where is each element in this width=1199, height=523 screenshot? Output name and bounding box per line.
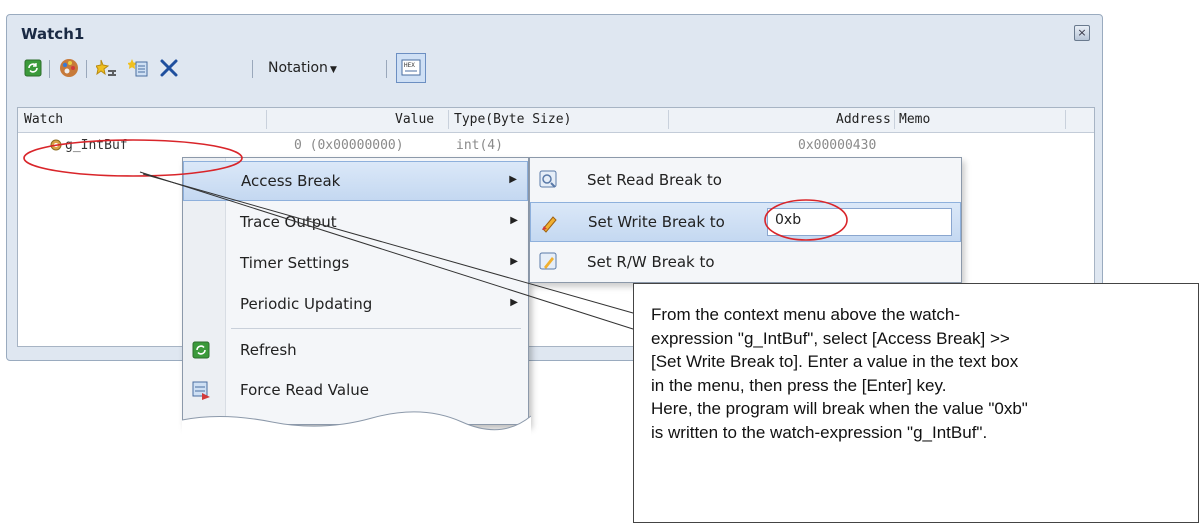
column-header-watch[interactable]: Watch [24, 112, 63, 127]
menu-item-periodic-updating[interactable]: Periodic Updating ▶ [183, 285, 528, 325]
callout-line: expression "g_IntBuf", select [Access Br… [651, 328, 1010, 348]
hex-display-icon: HEX [401, 59, 421, 76]
explanation-callout: From the context menu above the watch- e… [633, 283, 1199, 523]
menu-item-access-break[interactable]: Access Break ▶ [183, 161, 528, 201]
submenu-arrow-icon: ▶ [510, 215, 518, 226]
callout-line: is written to the watch-expression "g_In… [651, 422, 988, 442]
access-break-submenu: Set Read Break to Set Write Break to 0xb… [529, 157, 962, 283]
submenu-arrow-icon: ▶ [510, 256, 518, 267]
callout-line: From the context menu above the watch- [651, 305, 960, 324]
new-category-icon[interactable] [126, 55, 152, 81]
notation-dropdown[interactable]: Notation ▼ [268, 60, 337, 76]
submenu-arrow-icon: ▶ [510, 297, 518, 308]
menu-item-force-read-value[interactable]: Force Read Value [183, 371, 528, 411]
menu-item-trace-output[interactable]: Trace Output ▶ [183, 203, 528, 243]
delete-icon[interactable] [156, 55, 182, 81]
refresh-icon[interactable] [20, 55, 46, 81]
callout-line: in the menu, then press the [Enter] key. [651, 375, 947, 395]
notation-label: Notation [268, 60, 328, 76]
close-button[interactable]: × [1074, 25, 1090, 41]
menu-item-refresh[interactable]: Refresh [183, 331, 528, 371]
column-header-memo[interactable]: Memo [899, 112, 930, 127]
submenu-item-set-read-break[interactable]: Set Read Break to [530, 161, 961, 201]
submenu-arrow-icon: ▶ [509, 174, 517, 185]
column-header-address[interactable]: Address [836, 112, 891, 127]
watch-type: int(4) [456, 138, 503, 153]
color-palette-icon[interactable] [56, 55, 82, 81]
chevron-down-icon: ▼ [329, 65, 337, 75]
watch-expression-name: g_IntBuf [65, 138, 128, 153]
column-header-value[interactable]: Value [395, 112, 434, 127]
rw-break-icon [538, 251, 560, 277]
read-break-icon [538, 169, 560, 195]
submenu-item-set-rw-break[interactable]: Set R/W Break to [530, 243, 961, 283]
context-menu: Access Break ▶ Trace Output ▶ Timer Settin… [182, 157, 531, 438]
refresh-icon [192, 341, 210, 363]
column-header-type[interactable]: Type(Byte Size) [454, 112, 571, 127]
write-break-icon [539, 211, 561, 237]
callout-line: Here, the program will break when the va… [651, 399, 1028, 418]
menu-item-timer-settings[interactable]: Timer Settings ▶ [183, 244, 528, 284]
svg-text:HEX: HEX [404, 62, 415, 69]
submenu-item-set-write-break[interactable]: Set Write Break to 0xb [530, 202, 961, 242]
variable-icon [50, 139, 62, 155]
table-row[interactable]: g_IntBuf 0 (0x00000000) int(4) 0x0000043… [18, 136, 1094, 156]
watch-value: 0 (0x00000000) [294, 138, 404, 153]
add-watch-icon[interactable] [94, 55, 120, 81]
watch-address: 0x00000430 [798, 138, 877, 153]
toolbar: Notation ▼ HEX [16, 53, 1086, 85]
write-break-value-input[interactable]: 0xb [767, 208, 952, 236]
force-read-icon [192, 381, 212, 405]
callout-line: [Set Write Break to]. Enter a value in t… [651, 352, 1019, 371]
torn-edge [182, 411, 531, 438]
hex-display-toggle-button[interactable]: HEX [396, 53, 426, 83]
grid-header: Watch Value Type(Byte Size) Address Memo [18, 108, 1094, 133]
panel-title: Watch1 [21, 25, 85, 43]
